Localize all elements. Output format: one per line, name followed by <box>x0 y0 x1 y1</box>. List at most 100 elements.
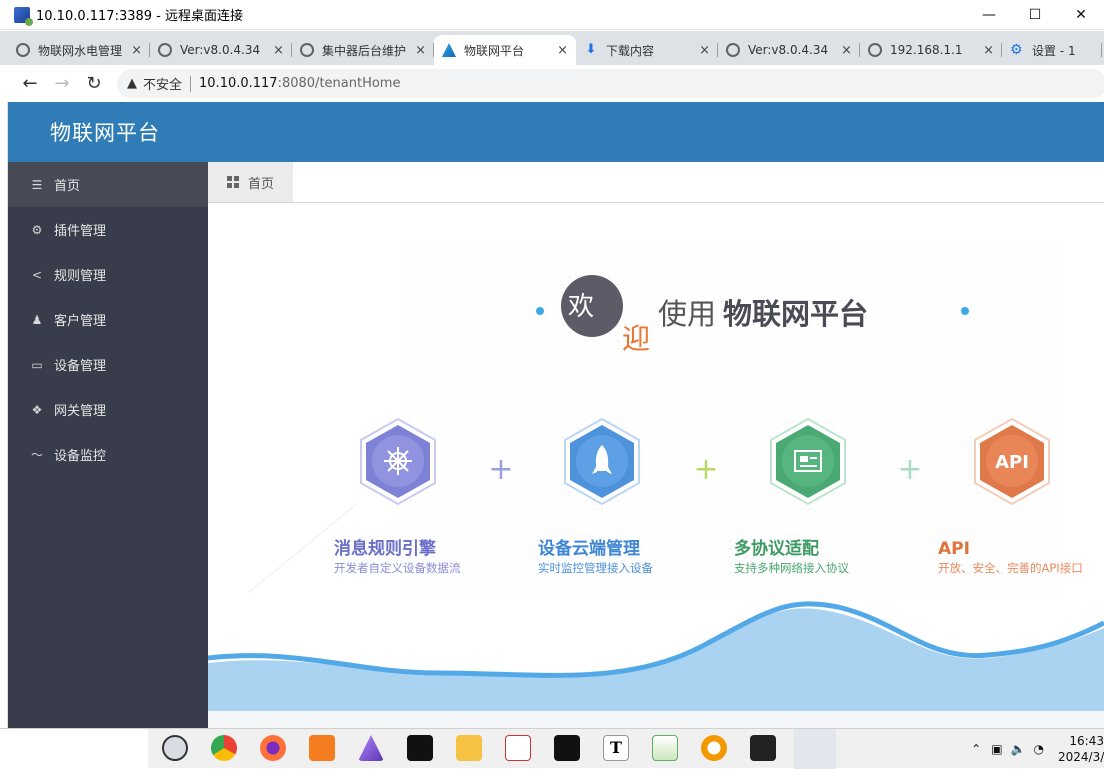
clock[interactable]: 16:43 2024/3/ <box>1058 733 1104 765</box>
remote-desktop-taskbar-icon[interactable] <box>794 729 836 769</box>
wifi-icon[interactable]: ◔ <box>1034 742 1044 756</box>
content-footer-strip <box>208 711 1104 728</box>
welcome-text-bold: 物联网平台 <box>723 297 868 331</box>
browser-tab-strip: 物联网水电管理 × Ver:v8.0.4.34 × 集中器后台维护 × 物联网平… <box>0 31 1104 65</box>
tab-close-button[interactable]: × <box>273 43 284 58</box>
browser-tab[interactable]: 192.168.1.1 × <box>860 35 1002 65</box>
sidebar-item-label: 设备监控 <box>54 449 107 464</box>
url-separator <box>190 75 192 92</box>
sidebar-item-label: 客户管理 <box>54 314 107 329</box>
monitor-icon: ▭ <box>31 357 43 372</box>
globe-icon <box>726 43 740 57</box>
tab-close-button[interactable]: × <box>841 43 852 58</box>
sidebar-item-gateways[interactable]: ❖ 网关管理 <box>8 387 208 432</box>
tab-title: 物联网平台 <box>464 43 525 58</box>
app-header: 物联网平台 <box>8 102 1104 162</box>
menu-icon: ☰ <box>31 177 43 192</box>
search-tool-icon[interactable] <box>701 735 727 761</box>
globe-icon <box>158 43 172 57</box>
maximize-button[interactable]: ☐ <box>1012 0 1058 30</box>
welcome-char-1: 欢 <box>568 292 594 322</box>
welcome-text-light: 使用 <box>658 297 716 331</box>
helm-icon <box>384 447 412 475</box>
api-icon: API <box>995 452 1029 473</box>
globe-icon <box>300 43 314 57</box>
tab-close-button[interactable]: × <box>415 43 426 58</box>
feature-title: API <box>938 539 970 559</box>
sidebar-item-customers[interactable]: ♟ 客户管理 <box>8 297 208 342</box>
tab-title: 192.168.1.1 <box>890 43 963 57</box>
tab-title: Ver:v8.0.4.34 <box>748 43 829 57</box>
network-icon[interactable]: ▣ <box>991 742 1002 756</box>
browser-tab[interactable]: 集中器后台维护 × <box>292 35 434 65</box>
url-bar[interactable]: ▲ 不安全 10.10.0.117 :8080/tenantHome <box>117 69 1104 98</box>
chevron-up-icon[interactable]: ⌃ <box>971 742 981 756</box>
text-editor-icon[interactable]: T <box>603 735 629 761</box>
sidebar-item-plugins[interactable]: ⚙ 插件管理 <box>8 207 208 252</box>
windows-taskbar: T ⌃ ▣ 🔈 ◔ 16:43 2024/3/ <box>0 728 1104 769</box>
chrome-icon[interactable] <box>211 735 237 761</box>
minimize-button[interactable]: — <box>966 0 1012 30</box>
sidebar-item-rules[interactable]: < 规则管理 <box>8 252 208 297</box>
sidebar-item-label: 插件管理 <box>54 224 107 239</box>
tab-home[interactable]: 首页 <box>208 162 293 202</box>
sidebar-item-label: 网关管理 <box>54 404 107 419</box>
tab-title: 设置 - 1 <box>1032 43 1076 58</box>
remote-desktop-icon <box>14 6 33 26</box>
gear-icon: ⚙ <box>1010 42 1023 58</box>
lock-app-icon[interactable] <box>162 735 188 761</box>
browser-tab[interactable]: Ver:v8.0.4.34 × <box>150 35 292 65</box>
iot-logo-icon <box>442 43 456 57</box>
tab-title: 集中器后台维护 <box>322 43 407 58</box>
forward-button[interactable]: → <box>46 73 78 94</box>
sidebar-item-devices[interactable]: ▭ 设备管理 <box>8 342 208 387</box>
sidebar-item-label: 设备管理 <box>54 359 107 374</box>
tab-close-button[interactable]: × <box>699 43 710 58</box>
ide-icon[interactable] <box>750 735 776 761</box>
system-tray: ⌃ ▣ 🔈 ◔ 16:43 2024/3/ <box>971 729 1104 769</box>
feature-title: 消息规则引擎 <box>334 538 437 559</box>
tab-close-button[interactable]: × <box>557 43 568 58</box>
feature-desc: 实时监控管理接入设备 <box>538 561 653 575</box>
sidebar-item-monitoring[interactable]: 〜 设备监控 <box>8 432 208 477</box>
tab-close-button[interactable]: × <box>131 43 142 58</box>
wave-background <box>208 608 1104 728</box>
clock-time: 16:43 <box>1069 734 1104 748</box>
globe-icon <box>868 43 882 57</box>
app-y-icon[interactable] <box>309 735 335 761</box>
purple-app-icon[interactable] <box>358 735 384 761</box>
file-explorer-icon[interactable] <box>456 735 482 761</box>
tab-title: 下载内容 <box>606 43 655 58</box>
sidebar-item-home[interactable]: ☰ 首页 <box>8 162 208 207</box>
java-icon[interactable] <box>505 735 531 761</box>
browser-tab[interactable]: ⚙ 设置 - 1 <box>1002 35 1102 65</box>
feature-desc: 开发者自定义设备数据流 <box>334 561 461 575</box>
clock-date: 2024/3/ <box>1058 750 1104 764</box>
firefox-icon[interactable] <box>260 735 286 761</box>
volume-icon[interactable]: 🔈 <box>1011 742 1026 756</box>
download-icon: ⬇ <box>585 42 597 57</box>
browser-tab-active[interactable]: 物联网平台 × <box>434 35 576 65</box>
plus-sign: + <box>488 452 513 487</box>
browser-tab[interactable]: 物联网水电管理 × <box>8 35 150 65</box>
rdp-title-bar: 10.10.0.117:3389 - 远程桌面连接 — ☐ ✕ <box>0 0 1104 30</box>
sidebar: ☰ 首页 ⚙ 插件管理 < 规则管理 ♟ 客户管理 ▭ 设备管理 ❖ 网关管理 … <box>8 162 208 728</box>
welcome-banner: 欢 迎 使用 物联网平台 消息规则引擎 开发者自定义设备数据流 + 设备云端管理… <box>208 243 1104 728</box>
tab-close-button[interactable]: × <box>983 43 994 58</box>
pulse-icon: 〜 <box>30 448 43 462</box>
close-window-button[interactable]: ✕ <box>1058 0 1104 30</box>
chart-app-icon[interactable] <box>652 735 678 761</box>
tab-title: 物联网水电管理 <box>38 43 123 58</box>
browser-tab[interactable]: Ver:v8.0.4.34 × <box>718 35 860 65</box>
app-title: 物联网平台 <box>50 121 160 145</box>
terminal-icon[interactable] <box>407 735 433 761</box>
content-tab-bar: 首页 <box>208 162 1104 203</box>
address-bar-row: ← → ↻ ▲ 不安全 10.10.0.117 :8080/tenantHome <box>0 65 1104 102</box>
sidebar-item-label: 首页 <box>54 179 81 194</box>
terminal-icon-2[interactable] <box>554 735 580 761</box>
back-button[interactable]: ← <box>14 73 46 94</box>
url-host: 10.10.0.117 <box>199 76 278 91</box>
insecure-label[interactable]: 不安全 <box>143 74 182 93</box>
reload-button[interactable]: ↻ <box>78 73 110 94</box>
browser-tab[interactable]: ⬇ 下载内容 × <box>576 35 718 65</box>
